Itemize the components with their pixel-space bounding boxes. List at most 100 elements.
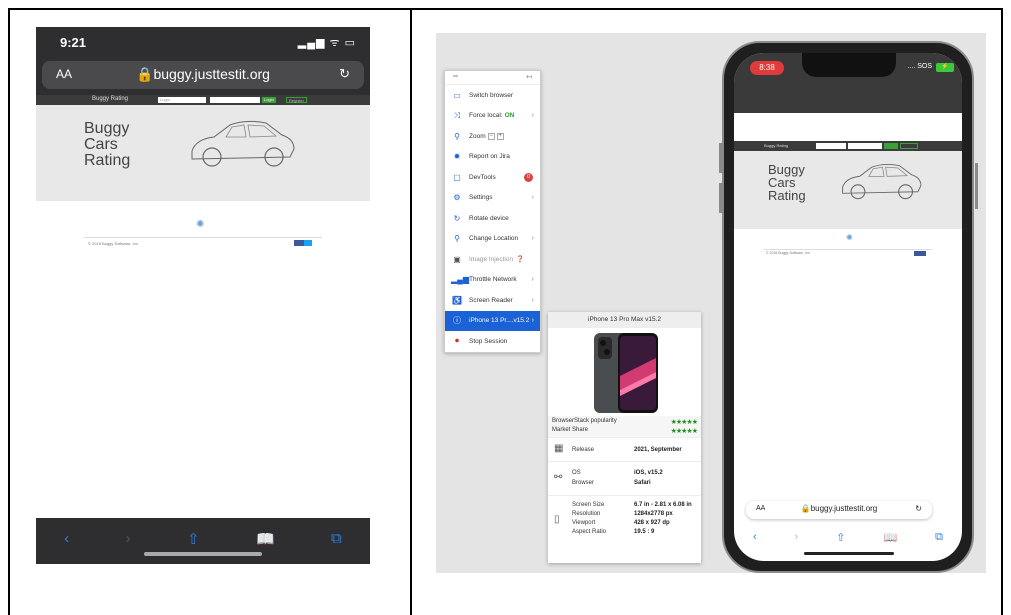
menu-item-force-local[interactable]: ⤨ Force local: ON › — [445, 106, 540, 127]
safari-toolbar: ‹ › ⇧ 📖 ⧉ — [36, 518, 370, 564]
back-icon[interactable]: ‹ — [64, 530, 69, 548]
viewport-label: Viewport — [572, 520, 596, 526]
menu-item-label: Zoom — [469, 132, 486, 140]
force-local-value: ON — [504, 112, 515, 120]
sos-indicator: .... SOS — [907, 63, 932, 70]
resolution-label: Resolution — [572, 511, 601, 517]
bug-icon: ✹ — [453, 152, 461, 162]
menu-item-throttle-network[interactable]: ▂▄▆ Throttle Network › — [445, 270, 540, 291]
menu-item-settings[interactable]: ⚙ Settings › — [445, 188, 540, 209]
menu-item-stop-session[interactable]: ⏺ Stop Session — [445, 331, 540, 352]
register-button[interactable]: Register — [286, 97, 307, 103]
password-input[interactable] — [210, 97, 260, 103]
menu-item-label: DevTools — [469, 173, 496, 181]
url-field[interactable]: AA 🔒buggy.justtestit.org ↻ — [42, 61, 364, 89]
site-navbar: Buggy Rating Login Login Register — [36, 95, 370, 105]
car-illustration — [191, 120, 295, 167]
share-icon[interactable]: ⇧ — [836, 531, 845, 544]
help-icon[interactable]: ❓ — [516, 255, 524, 263]
menu-item-device-info[interactable]: ⓘ iPhone 13 Pr....v15.2 › — [445, 310, 540, 331]
menu-header: ═ ↤ — [445, 71, 540, 85]
tabs-icon[interactable]: ⧉ — [331, 530, 342, 548]
login-input[interactable]: Login — [158, 97, 206, 103]
twitter-icon[interactable] — [304, 240, 312, 246]
device-card-title: iPhone 13 Pro Max v15.2 — [548, 312, 701, 328]
menu-item-screen-reader[interactable]: ♿ Screen Reader › — [445, 290, 540, 311]
share-icon[interactable]: ⇧ — [187, 530, 200, 548]
chevron-right-icon: › — [531, 317, 534, 325]
popularity-stars: ★★★★★ — [670, 419, 698, 426]
drag-handle-icon[interactable]: ═ — [453, 73, 458, 80]
login-button[interactable] — [884, 143, 898, 149]
register-button[interactable] — [900, 143, 918, 149]
share-nodes-icon: ⚯ — [554, 472, 563, 483]
calendar-icon: ▦ — [554, 443, 564, 454]
site-brand[interactable]: Buggy Rating — [764, 143, 788, 148]
home-indicator — [144, 552, 262, 556]
device-frame: 8:38 .... SOS ⚡ Buggy Rating Buggy Cars … — [722, 41, 974, 573]
menu-item-label: iPhone 13 Pr....v15.2 — [469, 317, 530, 325]
rotate-icon: ↻ — [453, 213, 461, 223]
forward-icon[interactable]: › — [795, 531, 799, 544]
os-value: iOS, v15.2 — [634, 470, 663, 476]
menu-item-label: Switch browser — [469, 91, 514, 99]
monitor-icon: ▭ — [453, 90, 461, 100]
status-bar: 9:21 ▂▄▆ ᯤ ▭ — [36, 27, 370, 57]
session-toolbar-menu: ═ ↤ ▭ Switch browser ⤨ Force local: ON ›… — [444, 70, 541, 353]
device-screen[interactable]: 8:38 .... SOS ⚡ Buggy Rating Buggy Cars … — [734, 53, 962, 561]
aspect-label: Aspect Ratio — [572, 529, 607, 535]
release-value: 2021, September — [634, 447, 682, 453]
menu-item-switch-browser[interactable]: ▭ Switch browser — [445, 85, 540, 106]
menu-item-label: Settings — [469, 194, 493, 202]
browserstack-session-panel: ═ ↤ ▭ Switch browser ⤨ Force local: ON ›… — [436, 33, 986, 573]
social-icons[interactable] — [914, 251, 926, 256]
menu-item-report-jira[interactable]: ✹ Report on Jira — [445, 147, 540, 168]
url-text: 🔒buggy.justtestit.org — [800, 504, 878, 513]
menu-item-change-location[interactable]: ⚲ Change Location › — [445, 229, 540, 250]
safari-address-bar: AA 🔒buggy.justtestit.org ↻ — [36, 57, 370, 95]
safari-address-bar[interactable]: AA 🔒buggy.justtestit.org ↻ — [746, 501, 932, 519]
loading-spinner-icon: ✺ — [846, 233, 853, 242]
zoom-in-button[interactable]: + — [496, 132, 504, 140]
back-icon[interactable]: ‹ — [753, 531, 757, 544]
site-brand[interactable]: Buggy Rating — [92, 96, 128, 102]
site-footer: © 2016 Buggy Software, Inc. — [766, 251, 811, 255]
iphone-photo — [594, 333, 658, 413]
login-input[interactable] — [816, 143, 846, 149]
reload-icon[interactable]: ↻ — [915, 504, 922, 513]
chevron-right-icon: › — [531, 276, 534, 284]
password-input[interactable] — [848, 143, 882, 149]
chevron-right-icon: › — [531, 194, 534, 202]
site-hero: Buggy Cars Rating — [734, 151, 962, 229]
forward-icon[interactable]: › — [126, 530, 131, 548]
car-illustration — [842, 163, 922, 200]
screen-size-label: Screen Size — [572, 502, 605, 508]
image-icon: ▣ — [453, 254, 461, 264]
location-pin-icon: ⚲ — [454, 234, 460, 244]
site-navbar: Buggy Rating — [734, 141, 962, 151]
chevron-right-icon: › — [531, 235, 534, 243]
menu-item-label: Screen Reader — [469, 296, 513, 304]
reload-icon[interactable]: ↻ — [339, 66, 350, 82]
devtools-badge: 0 — [524, 172, 533, 182]
footer-divider — [764, 249, 932, 250]
popularity-label: BrowserStack popularity — [552, 418, 617, 424]
hero-title: Buggy Cars Rating — [84, 120, 131, 169]
battery-icon: ⚡ — [936, 63, 954, 72]
menu-item-zoom: ⚲ Zoom − + — [445, 126, 540, 147]
safari-toolbar: ‹ › ⇧ 📖 ⧉ — [734, 531, 962, 544]
collapse-icon[interactable]: ↤ — [526, 73, 532, 81]
site-footer: © 2016 Buggy Software, Inc. — [88, 241, 139, 246]
zoom-out-button[interactable]: − — [487, 132, 495, 140]
signal-bars-icon: ▂▄▆ — [451, 275, 469, 285]
status-icons: ▂▄▆ ᯤ ▭ — [297, 37, 356, 49]
bookmarks-icon[interactable]: 📖 — [256, 530, 275, 548]
menu-item-rotate[interactable]: ↻ Rotate device — [445, 208, 540, 229]
tabs-icon[interactable]: ⧉ — [935, 531, 943, 544]
bookmarks-icon[interactable]: 📖 — [883, 531, 897, 544]
stop-icon: ⏺ — [455, 336, 459, 346]
menu-item-devtools[interactable]: ▢ DevTools 0 — [445, 167, 540, 188]
menu-item-image-injection[interactable]: ▣ Image Injection ❓ — [445, 249, 540, 270]
browser-label: Browser — [572, 480, 595, 486]
login-button[interactable]: Login — [262, 97, 276, 103]
